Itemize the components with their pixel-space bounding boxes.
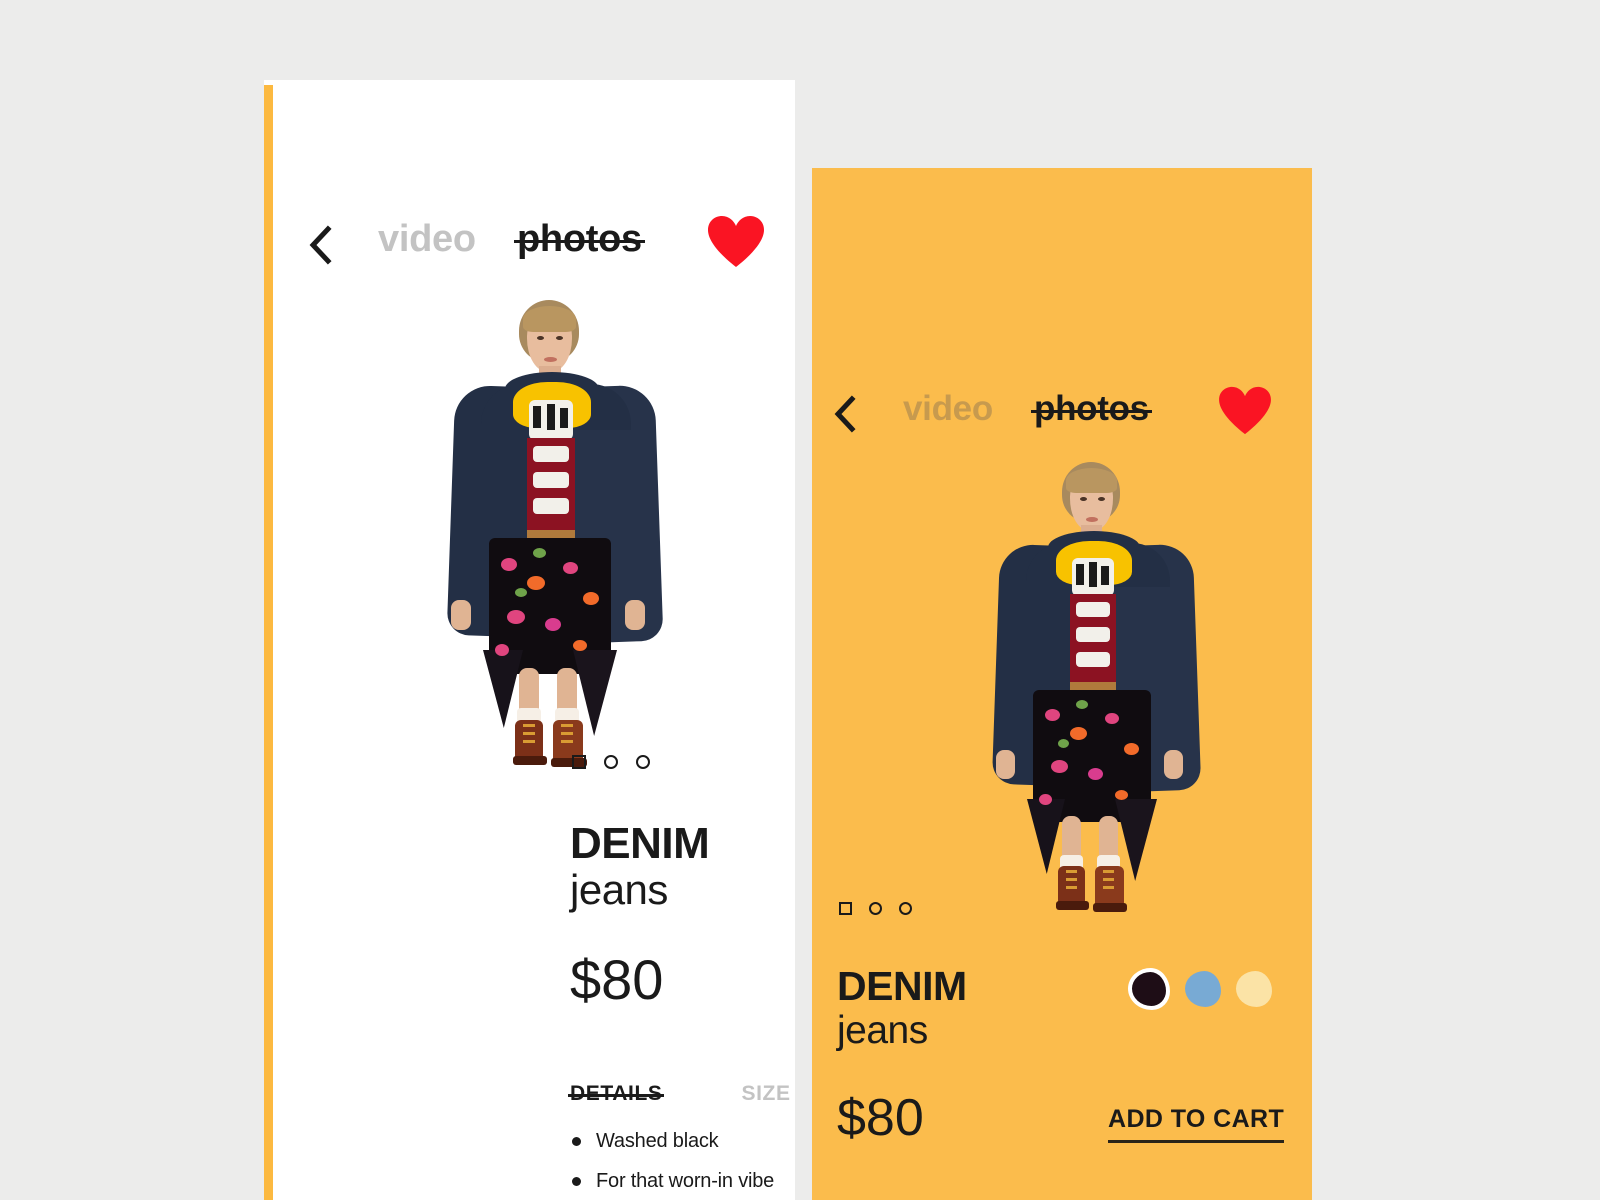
product-gallery-yellow[interactable]: DENIM	[812, 390, 1312, 930]
tab-details[interactable]: DETAILS	[568, 1082, 665, 1106]
list-item: Washed black	[572, 1130, 795, 1153]
color-swatches-yellow[interactable]	[1128, 968, 1272, 1010]
tab-size-and-fit[interactable]: SIZE & FIT	[741, 1082, 795, 1106]
product-card-light: video photos DENIM jeans $80 SIZE Washed…	[264, 80, 795, 1200]
gallery-indicator-3[interactable]	[899, 902, 912, 915]
color-swatch-black[interactable]	[1128, 968, 1170, 1010]
feature-lists-light: Washed black For that worn-in vibe Class…	[572, 1130, 795, 1200]
bullet-icon	[572, 1177, 581, 1186]
feature-column-left: Washed black For that worn-in vibe Class…	[572, 1130, 795, 1200]
screenshot-canvas: video photos DENIM jeans $80 SIZE Washed…	[0, 0, 1600, 1200]
product-price: $80	[837, 1089, 924, 1147]
add-to-cart-button[interactable]: ADD TO CART	[1108, 1105, 1285, 1143]
bullet-icon	[572, 1137, 581, 1146]
gallery-indicator-3[interactable]	[636, 755, 650, 769]
product-gallery-light[interactable]: DENIM	[273, 220, 795, 780]
feature-text: Washed black	[596, 1130, 719, 1152]
info-tabs-light[interactable]: DETAILS SIZE & FIT CODE	[568, 1082, 795, 1106]
product-subtitle: jeans	[570, 866, 668, 913]
product-title: DENIM	[570, 819, 710, 868]
color-swatch-cream[interactable]	[1236, 971, 1272, 1007]
gallery-indicator-1[interactable]	[839, 902, 852, 915]
gallery-indicators-light[interactable]	[572, 755, 650, 769]
gallery-indicator-2[interactable]	[869, 902, 882, 915]
product-title: DENIM	[837, 963, 967, 1009]
product-subtitle: jeans	[837, 1009, 928, 1052]
gallery-indicators-yellow[interactable]	[839, 902, 912, 915]
gallery-indicator-1[interactable]	[572, 755, 586, 769]
tab-details-strikethrough	[568, 1094, 665, 1097]
list-item: For that worn-in vibe	[572, 1170, 795, 1193]
gallery-indicator-2[interactable]	[604, 755, 618, 769]
color-swatch-black-fill	[1132, 972, 1166, 1006]
color-swatch-blue[interactable]	[1185, 971, 1221, 1007]
model-photo	[423, 300, 673, 770]
product-price: $80	[570, 948, 664, 1011]
feature-text: For that worn-in vibe	[596, 1170, 775, 1192]
product-card-yellow: video photos DENIM jeans $80 ADD TO CART	[812, 168, 1312, 1200]
model-photo	[970, 462, 1210, 914]
